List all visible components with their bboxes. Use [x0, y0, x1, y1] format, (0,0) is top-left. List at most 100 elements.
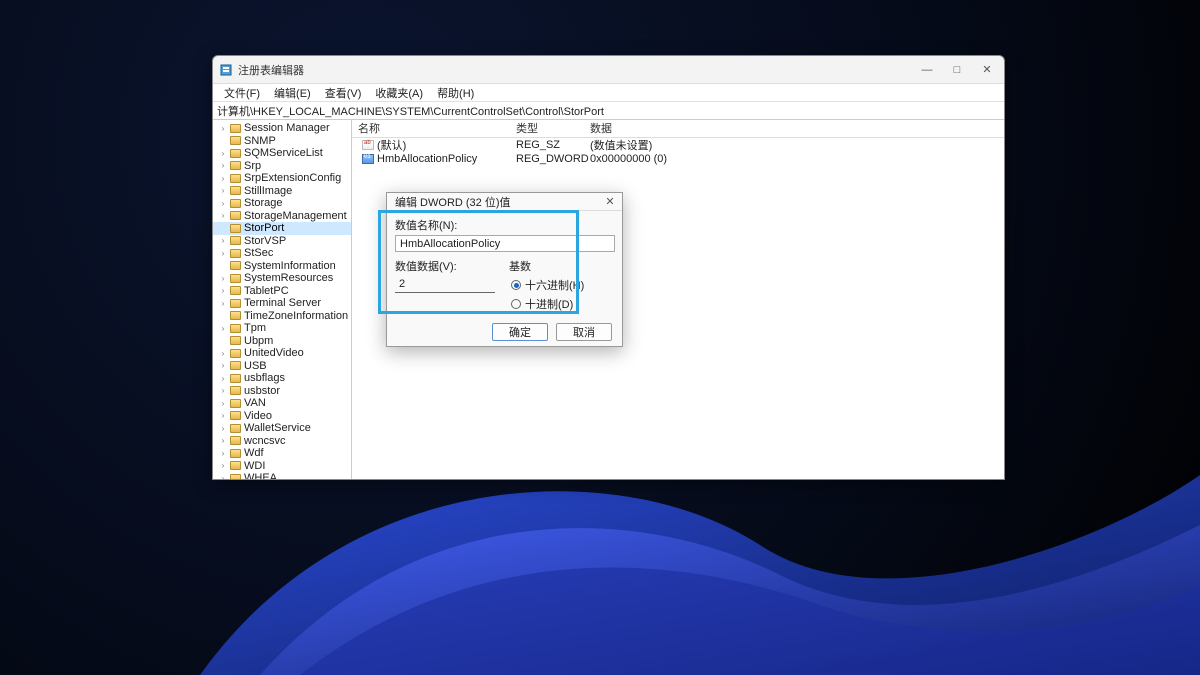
- tree-item-label: Wdf: [244, 447, 264, 459]
- cancel-button[interactable]: 取消: [556, 323, 612, 341]
- tree-item[interactable]: ›Video: [213, 410, 351, 423]
- edit-dword-dialog: 编辑 DWORD (32 位)值 ✕ 数值名称(N): 数值数据(V): 基数 …: [386, 192, 623, 347]
- tree-item[interactable]: ›Session Manager: [213, 122, 351, 135]
- tree-item[interactable]: › Wdf: [213, 447, 351, 460]
- tree-item[interactable]: ›wcncsvc: [213, 435, 351, 448]
- value-data-input[interactable]: [395, 276, 495, 293]
- expand-icon: ›: [219, 361, 227, 370]
- value-name-label: 数值名称(N):: [395, 217, 614, 233]
- tree-item[interactable]: ›Srp: [213, 160, 351, 173]
- tree-item[interactable]: › Tpm: [213, 322, 351, 335]
- tree-item[interactable]: ›usbflags: [213, 372, 351, 385]
- tree-item[interactable]: ›SystemResources: [213, 272, 351, 285]
- radio-hex-dot: [511, 280, 521, 290]
- tree-pane[interactable]: ›Session ManagerSNMP›SQMServiceList›Srp›…: [213, 120, 352, 479]
- col-data[interactable]: 数据: [590, 120, 1004, 137]
- radio-hex[interactable]: 十六进制(H): [509, 277, 614, 293]
- menu-view[interactable]: 查看(V): [318, 84, 369, 102]
- tree-item[interactable]: ›SrpExtensionConfig: [213, 172, 351, 185]
- window-title: 注册表编辑器: [238, 62, 912, 78]
- folder-icon: [230, 299, 241, 308]
- tree-item[interactable]: ›VAN: [213, 397, 351, 410]
- tree-item-label: usbstor: [244, 385, 280, 397]
- menubar: 文件(F) 编辑(E) 查看(V) 收藏夹(A) 帮助(H): [213, 84, 1004, 102]
- folder-icon: [230, 136, 241, 145]
- titlebar[interactable]: 注册表编辑器 — □ ✕: [213, 56, 1004, 84]
- menu-file[interactable]: 文件(F): [217, 84, 267, 102]
- folder-icon: [230, 336, 241, 345]
- folder-icon: [230, 474, 241, 479]
- value-data-label: 数值数据(V):: [395, 258, 499, 274]
- value-name-input[interactable]: [395, 235, 615, 252]
- tree-item-label: VAN: [244, 397, 266, 409]
- menu-favorites[interactable]: 收藏夹(A): [368, 84, 430, 102]
- close-button[interactable]: ✕: [972, 60, 1002, 80]
- menu-help[interactable]: 帮助(H): [430, 84, 481, 102]
- tree-item[interactable]: TimeZoneInformation: [213, 310, 351, 323]
- tree-item-label: StillImage: [244, 185, 292, 197]
- folder-icon: [230, 161, 241, 170]
- folder-icon: [230, 411, 241, 420]
- radio-dec[interactable]: 十进制(D): [509, 296, 614, 312]
- value-type: REG_DWORD: [516, 153, 590, 165]
- tree-item[interactable]: ›Terminal Server: [213, 297, 351, 310]
- dialog-body: 数值名称(N): 数值数据(V): 基数 十六进制(H) 十进制(D): [387, 211, 622, 345]
- expand-icon: ›: [219, 411, 227, 420]
- maximize-button[interactable]: □: [942, 60, 972, 80]
- tree-item-label: StorVSP: [244, 235, 286, 247]
- tree-item-label: UnitedVideo: [244, 347, 304, 359]
- tree-item[interactable]: Ubpm: [213, 335, 351, 348]
- minimize-button[interactable]: —: [912, 60, 942, 80]
- tree-item[interactable]: SystemInformation: [213, 260, 351, 273]
- value-name: (默认): [377, 137, 406, 153]
- tree-item[interactable]: ›StorageManagement: [213, 210, 351, 223]
- expand-icon: ›: [219, 186, 227, 195]
- tree-item[interactable]: ›USB: [213, 360, 351, 373]
- value-data: 0x00000000 (0): [590, 153, 1004, 165]
- menu-edit[interactable]: 编辑(E): [267, 84, 318, 102]
- folder-icon: [230, 361, 241, 370]
- tree-item-label: StorPort: [244, 222, 284, 234]
- tree-item[interactable]: › StillImage: [213, 185, 351, 198]
- tree-item-label: wcncsvc: [244, 435, 286, 447]
- list-row[interactable]: (默认)REG_SZ(数值未设置): [352, 138, 1004, 152]
- expand-icon: ›: [219, 449, 227, 458]
- tree-item-label: WalletService: [244, 422, 311, 434]
- list-row[interactable]: HmbAllocationPolicyREG_DWORD0x00000000 (…: [352, 152, 1004, 166]
- address-bar[interactable]: 计算机\HKEY_LOCAL_MACHINE\SYSTEM\CurrentCon…: [213, 102, 1004, 120]
- expand-icon: ›: [219, 424, 227, 433]
- folder-icon: [230, 186, 241, 195]
- tree-item[interactable]: › UnitedVideo: [213, 347, 351, 360]
- tree-item-label: Tpm: [244, 322, 266, 334]
- tree-item[interactable]: ›WHEA: [213, 472, 351, 479]
- tree-item-label: Ubpm: [244, 335, 273, 347]
- col-name[interactable]: 名称: [352, 120, 516, 137]
- folder-icon: [230, 274, 241, 283]
- ok-button[interactable]: 确定: [492, 323, 548, 341]
- expand-icon: ›: [219, 349, 227, 358]
- tree-item[interactable]: ›StSec: [213, 247, 351, 260]
- tree-item-label: usbflags: [244, 372, 285, 384]
- tree-item[interactable]: ›Storage: [213, 197, 351, 210]
- tree-item-label: WHEA: [244, 472, 277, 479]
- tree-item[interactable]: StorPort: [213, 222, 351, 235]
- col-type[interactable]: 类型: [516, 120, 590, 137]
- dialog-close-button[interactable]: ✕: [600, 195, 620, 208]
- tree-item[interactable]: ›TabletPC: [213, 285, 351, 298]
- tree-item-label: StorageManagement: [244, 210, 347, 222]
- tree-item[interactable]: SNMP: [213, 135, 351, 148]
- dialog-titlebar[interactable]: 编辑 DWORD (32 位)值 ✕: [387, 193, 622, 211]
- expand-icon: ›: [219, 299, 227, 308]
- tree-item[interactable]: ›SQMServiceList: [213, 147, 351, 160]
- folder-icon: [230, 199, 241, 208]
- tree-item[interactable]: ›StorVSP: [213, 235, 351, 248]
- expand-icon: ›: [219, 161, 227, 170]
- tree-item[interactable]: ›WDI: [213, 460, 351, 473]
- base-group-label: 基数: [509, 258, 614, 274]
- expand-icon: ›: [219, 199, 227, 208]
- tree-item[interactable]: ›usbstor: [213, 385, 351, 398]
- tree-item[interactable]: › WalletService: [213, 422, 351, 435]
- folder-icon: [230, 211, 241, 220]
- folder-icon: [230, 436, 241, 445]
- expand-icon: ›: [219, 324, 227, 333]
